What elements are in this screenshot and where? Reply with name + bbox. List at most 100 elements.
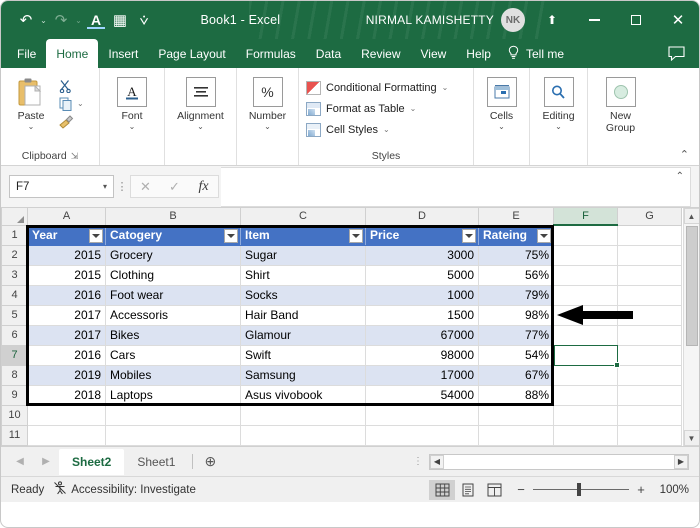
tab-review[interactable]: Review (351, 39, 410, 68)
cell-g5[interactable] (617, 305, 682, 326)
cell-g9[interactable] (617, 385, 682, 406)
cell-a3[interactable]: 2015 (27, 265, 106, 286)
cell-d10[interactable] (365, 405, 479, 426)
editing-caret-icon[interactable]: ⌄ (555, 122, 562, 131)
column-header-d[interactable]: D (365, 208, 479, 226)
name-box-caret-icon[interactable]: ▾ (103, 182, 107, 191)
cell-f6[interactable] (553, 325, 618, 346)
new-group-button[interactable]: New Group (597, 74, 645, 134)
conditional-formatting-caret-icon[interactable]: ⌄ (442, 83, 449, 92)
cell-g1[interactable] (617, 225, 682, 246)
cell-a8[interactable]: 2019 (27, 365, 106, 386)
formula-input[interactable]: ⌃ (221, 166, 691, 207)
filter-dropdown-icon-year[interactable] (89, 228, 103, 243)
page-break-preview-icon[interactable] (481, 480, 507, 500)
cell-e2[interactable]: 75% (478, 245, 554, 266)
maximize-button[interactable] (615, 1, 657, 39)
name-box[interactable]: F7 ▾ (9, 175, 114, 198)
cell-b3[interactable]: Clothing (105, 265, 241, 286)
cell-c2[interactable]: Sugar (240, 245, 366, 266)
cell-g6[interactable] (617, 325, 682, 346)
undo-dropdown-caret-icon[interactable]: ⌄ (39, 16, 48, 25)
tab-file[interactable]: File (7, 39, 46, 68)
cell-b4[interactable]: Foot wear (105, 285, 241, 306)
column-header-f[interactable]: F (553, 208, 618, 226)
editing-button[interactable]: Editing ⌄ (537, 74, 580, 131)
row-header-2[interactable]: 2 (1, 244, 28, 266)
row-header-9[interactable]: 9 (1, 384, 28, 406)
cell-e10[interactable] (478, 405, 554, 426)
cell-a11[interactable] (27, 425, 106, 446)
tab-page-layout[interactable]: Page Layout (148, 39, 235, 68)
font-caret-icon[interactable]: ⌄ (129, 122, 136, 131)
scroll-down-button[interactable]: ▼ (683, 430, 699, 446)
format-as-table-caret-icon[interactable]: ⌄ (410, 104, 417, 113)
next-sheet-icon[interactable]: ▶ (33, 450, 59, 474)
row-header-6[interactable]: 6 (1, 324, 28, 346)
enter-formula-icon[interactable]: ✓ (160, 176, 189, 197)
row-header-8[interactable]: 8 (1, 364, 28, 386)
conditional-formatting-button[interactable]: Conditional Formatting ⌄ (306, 78, 448, 97)
column-header-e[interactable]: E (478, 208, 554, 226)
cell-c6[interactable]: Glamour (240, 325, 366, 346)
row-header-3[interactable]: 3 (1, 264, 28, 286)
avatar[interactable]: NK (501, 8, 525, 32)
font-color-icon[interactable]: A (85, 8, 107, 32)
filter-dropdown-icon-item[interactable] (349, 228, 363, 243)
cell-f1[interactable] (553, 225, 618, 246)
cell-d5[interactable]: 1500 (365, 305, 479, 326)
cell-a7[interactable]: 2016 (27, 345, 106, 366)
select-all-corner[interactable] (1, 208, 28, 226)
cell-b8[interactable]: Mobiles (105, 365, 241, 386)
cell-d8[interactable]: 17000 (365, 365, 479, 386)
cell-f8[interactable] (553, 365, 618, 386)
clipboard-dialog-launcher-icon[interactable]: ⇲ (71, 148, 79, 165)
tab-data[interactable]: Data (306, 39, 351, 68)
column-header-c[interactable]: C (240, 208, 366, 226)
expand-formula-bar-icon[interactable]: ⌃ (676, 171, 684, 182)
format-painter-button[interactable] (58, 113, 74, 130)
cell-d6[interactable]: 67000 (365, 325, 479, 346)
cell-a5[interactable]: 2017 (27, 305, 106, 326)
accessibility-button[interactable]: Accessibility: Investigate (53, 481, 196, 498)
cell-g3[interactable] (617, 265, 682, 286)
cell-b7[interactable]: Cars (105, 345, 241, 366)
cell-e11[interactable] (478, 425, 554, 446)
zoom-out-button[interactable]: − (515, 482, 527, 497)
cell-c11[interactable] (240, 425, 366, 446)
sheet-tab-sheet1[interactable]: Sheet1 (124, 449, 188, 475)
format-as-table-button[interactable]: Format as Table ⌄ (306, 99, 448, 118)
number-button[interactable]: % Number ⌄ (244, 74, 291, 131)
cell-f2[interactable] (553, 245, 618, 266)
cell-g2[interactable] (617, 245, 682, 266)
cell-f9[interactable] (553, 385, 618, 406)
zoom-level-label[interactable]: 100% (653, 484, 689, 496)
cell-d7[interactable]: 98000 (365, 345, 479, 366)
tell-me-box[interactable]: Tell me (501, 39, 564, 68)
row-header-7[interactable]: 7 (1, 344, 28, 366)
zoom-slider-thumb[interactable] (577, 482, 581, 496)
cell-c8[interactable]: Samsung (240, 365, 366, 386)
cell-f4[interactable] (553, 285, 618, 306)
cell-a10[interactable] (27, 405, 106, 426)
paste-button[interactable]: Paste ⌄ (8, 74, 54, 131)
filter-dropdown-icon-rating[interactable] (537, 228, 551, 243)
redo-dropdown-caret-icon[interactable]: ⌄ (74, 16, 83, 25)
tab-help[interactable]: Help (456, 39, 501, 68)
ribbon-display-options-icon[interactable]: ⬆ (531, 1, 573, 39)
cell-c10[interactable] (240, 405, 366, 426)
cell-d9[interactable]: 54000 (365, 385, 479, 406)
column-header-g[interactable]: G (617, 208, 682, 226)
cell-c9[interactable]: Asus vivobook (240, 385, 366, 406)
cell-a6[interactable]: 2017 (27, 325, 106, 346)
cell-f3[interactable] (553, 265, 618, 286)
tab-view[interactable]: View (411, 39, 457, 68)
horizontal-scrollbar[interactable]: ◀ ▶ (429, 453, 689, 470)
cell-styles-caret-icon[interactable]: ⌄ (383, 125, 390, 134)
cell-f5[interactable] (553, 305, 618, 326)
zoom-in-button[interactable]: + (635, 482, 647, 497)
tell-me-label[interactable]: Tell me (526, 39, 564, 68)
tab-home[interactable]: Home (46, 39, 99, 68)
cell-e8[interactable]: 67% (478, 365, 554, 386)
cell-b5[interactable]: Accessoris (105, 305, 241, 326)
